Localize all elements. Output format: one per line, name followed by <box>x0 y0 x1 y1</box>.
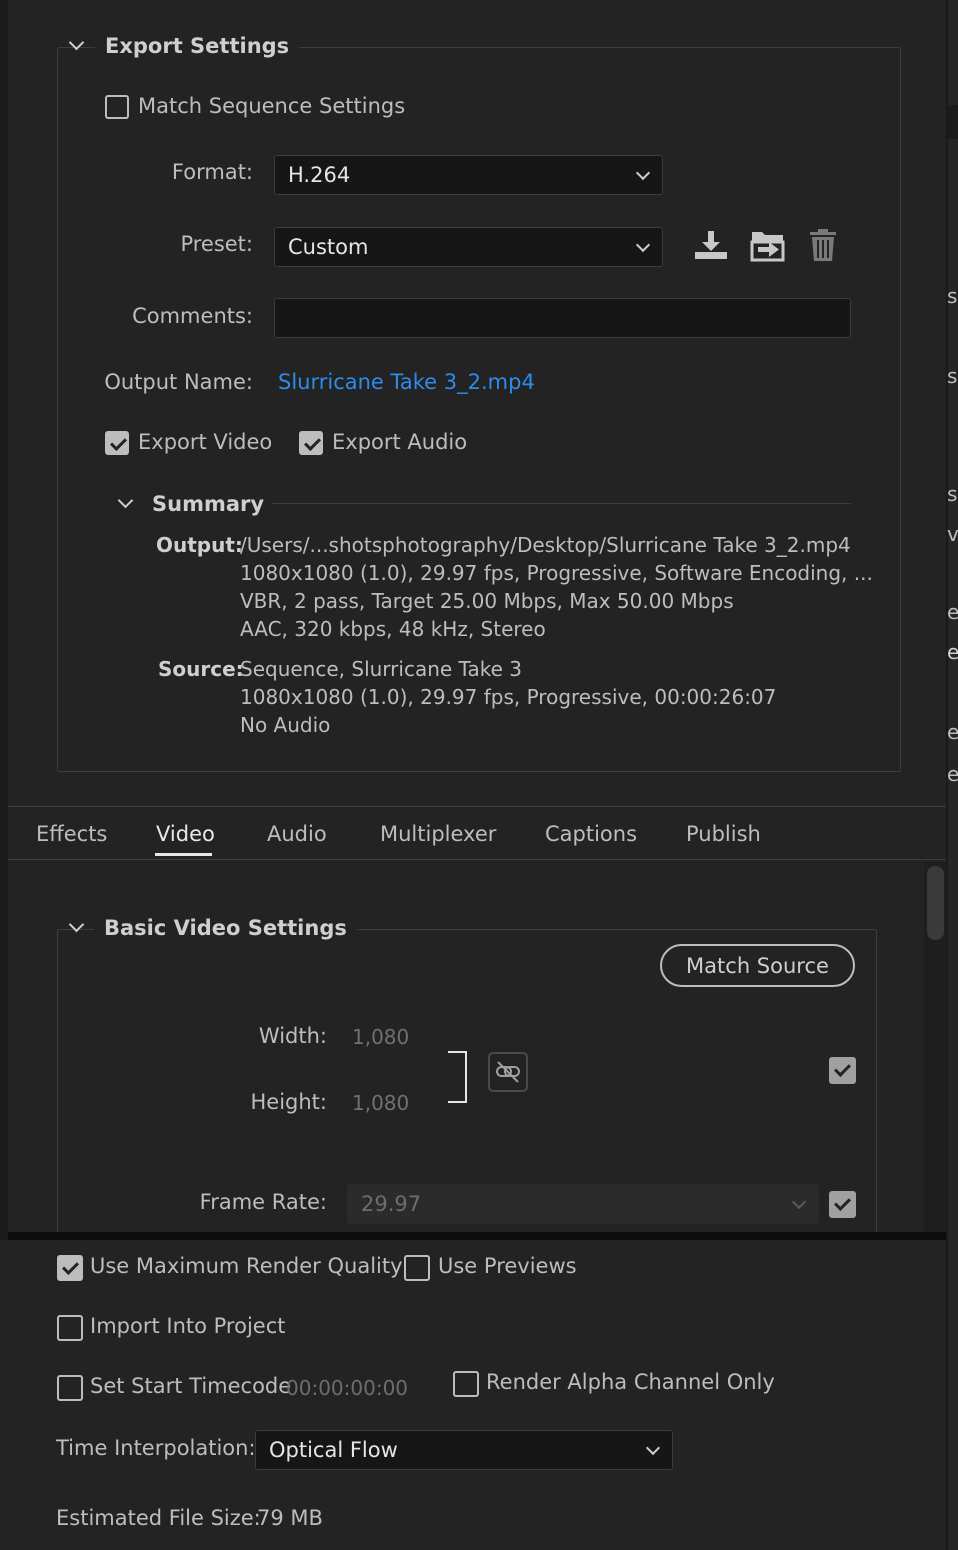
width-label: Width: <box>258 1024 327 1048</box>
chevron-down-icon <box>791 1194 807 1210</box>
right-edge-text: e <box>947 600 958 624</box>
frame-rate-value: 29.97 <box>361 1192 422 1216</box>
tab-video[interactable]: Video <box>156 822 215 846</box>
left-panel-edge <box>0 0 8 1240</box>
summary-source-label: Source: <box>158 657 244 681</box>
export-video-checkbox[interactable] <box>105 431 129 455</box>
tab-audio[interactable]: Audio <box>267 822 327 846</box>
right-edge-text: e <box>947 720 958 744</box>
summary-output-line: VBR, 2 pass, Target 25.00 Mbps, Max 50.0… <box>240 589 734 613</box>
unlink-icon[interactable] <box>488 1052 528 1092</box>
tab-captions[interactable]: Captions <box>545 822 637 846</box>
summary-output-label: Output: <box>156 533 243 557</box>
export-video-label: Export Video <box>138 430 273 454</box>
summary-source-line: No Audio <box>240 713 331 737</box>
tab-effects[interactable]: Effects <box>36 822 107 846</box>
render-alpha-label: Render Alpha Channel Only <box>486 1370 775 1394</box>
right-edge-text: v <box>947 522 958 546</box>
preset-dropdown[interactable]: Custom <box>274 227 663 267</box>
preset-value: Custom <box>288 235 369 259</box>
time-interpolation-dropdown[interactable]: Optical Flow <box>255 1430 673 1470</box>
summary-title: Summary <box>152 492 265 516</box>
summary-source-line: Sequence, Slurricane Take 3 <box>240 657 522 681</box>
summary-output-line: /Users/...shotsphotography/Desktop/Slurr… <box>240 533 851 557</box>
width-value[interactable]: 1,080 <box>352 1025 409 1049</box>
tab-publish[interactable]: Publish <box>686 822 761 846</box>
import-into-project-checkbox[interactable] <box>57 1315 83 1341</box>
delete-preset-icon[interactable] <box>807 227 839 263</box>
render-alpha-checkbox[interactable] <box>453 1371 479 1397</box>
right-adjacent-band <box>948 105 958 139</box>
format-dropdown[interactable]: H.264 <box>274 155 663 195</box>
chevron-down-icon <box>635 237 651 253</box>
summary-divider <box>272 503 851 504</box>
preset-label: Preset: <box>180 232 253 256</box>
summary-output-line: AAC, 320 kbps, 48 kHz, Stereo <box>240 617 546 641</box>
set-start-timecode-checkbox[interactable] <box>57 1375 83 1401</box>
estimated-size-label: Estimated File Size: <box>56 1506 261 1530</box>
export-audio-checkbox[interactable] <box>299 431 323 455</box>
frame-rate-checkbox[interactable] <box>829 1191 856 1218</box>
export-settings-title: Export Settings <box>95 34 300 58</box>
time-interpolation-label: Time Interpolation: <box>56 1436 256 1460</box>
summary-output-line: 1080x1080 (1.0), 29.97 fps, Progressive,… <box>240 561 873 585</box>
comments-label: Comments: <box>132 304 253 328</box>
chevron-down-icon <box>635 165 651 181</box>
right-edge-text: s <box>947 284 958 308</box>
chevron-down-icon <box>645 1440 661 1456</box>
save-preset-icon[interactable] <box>692 228 730 262</box>
comments-field[interactable] <box>274 298 851 338</box>
output-name-label: Output Name: <box>104 370 253 394</box>
footer-separator <box>8 1232 946 1240</box>
scrollbar-thumb[interactable] <box>927 866 944 940</box>
right-edge-text: s <box>947 364 958 388</box>
aspect-link-bracket <box>448 1051 467 1103</box>
max-render-quality-checkbox[interactable] <box>57 1255 83 1281</box>
frame-rate-dropdown[interactable]: 29.97 <box>347 1184 819 1224</box>
format-label: Format: <box>171 160 253 184</box>
use-previews-label: Use Previews <box>438 1254 577 1278</box>
right-edge-text: s <box>947 482 958 506</box>
summary-source-line: 1080x1080 (1.0), 29.97 fps, Progressive,… <box>240 685 777 709</box>
match-sequence-label: Match Sequence Settings <box>138 94 406 118</box>
max-render-quality-label: Use Maximum Render Quality <box>90 1254 403 1278</box>
import-into-project-label: Import Into Project <box>90 1314 286 1338</box>
output-name-link[interactable]: Slurricane Take 3_2.mp4 <box>278 370 535 394</box>
export-audio-label: Export Audio <box>332 430 468 454</box>
right-edge-text: e <box>947 762 958 786</box>
match-source-button[interactable]: Match Source <box>660 944 855 987</box>
tab-video-underline <box>155 853 212 856</box>
time-interpolation-value: Optical Flow <box>269 1438 398 1462</box>
tab-multiplexer[interactable]: Multiplexer <box>380 822 496 846</box>
set-start-timecode-label: Set Start Timecode <box>90 1374 292 1398</box>
estimated-size-value: 79 MB <box>257 1506 323 1530</box>
basic-video-title: Basic Video Settings <box>94 916 357 940</box>
use-previews-checkbox[interactable] <box>404 1255 430 1281</box>
import-preset-icon[interactable] <box>749 228 787 264</box>
start-timecode-value[interactable]: 00:00:00:00 <box>286 1376 408 1400</box>
height-value[interactable]: 1,080 <box>352 1091 409 1115</box>
dimensions-checkbox[interactable] <box>829 1057 856 1084</box>
height-label: Height: <box>250 1090 328 1114</box>
format-value: H.264 <box>288 163 351 187</box>
match-sequence-checkbox[interactable] <box>105 95 129 119</box>
frame-rate-label: Frame Rate: <box>199 1190 327 1214</box>
right-edge-text: e <box>947 640 958 664</box>
